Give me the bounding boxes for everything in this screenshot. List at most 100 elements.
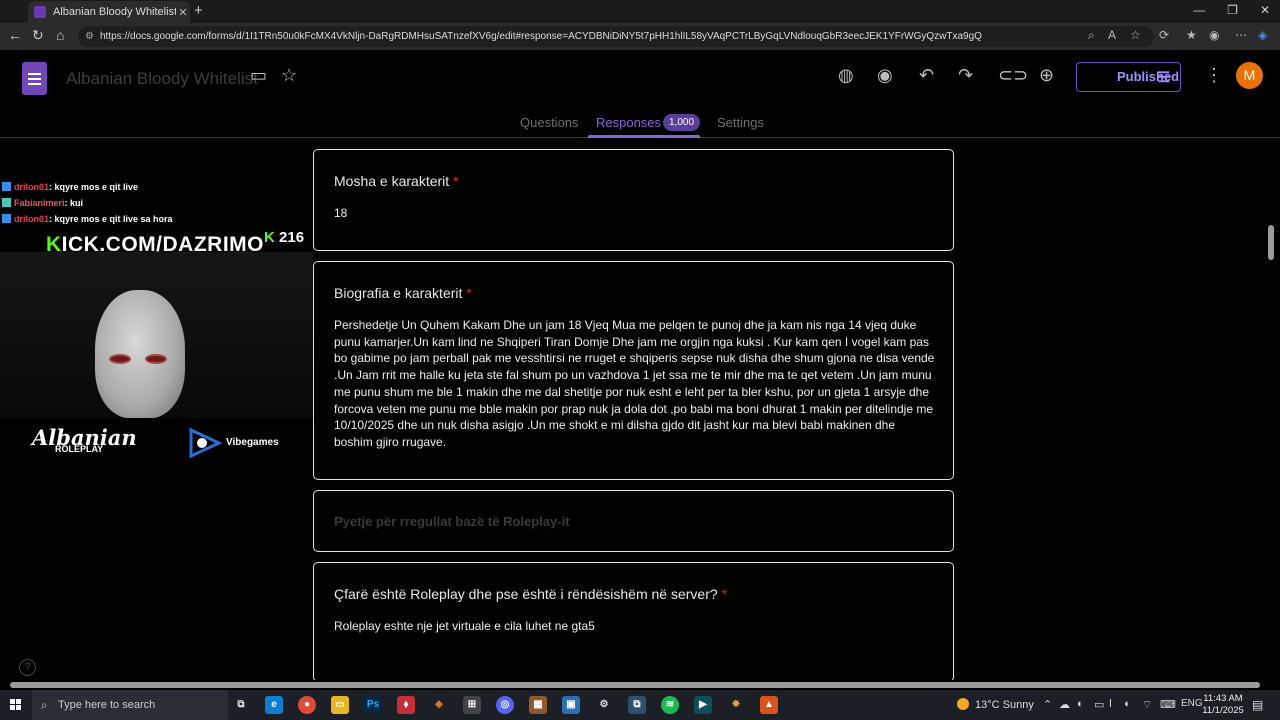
answer-line: .Un Jam rrit me halle ku jeta ste fal sh… [334, 368, 932, 383]
discord-icon[interactable]: ◎ [496, 696, 514, 714]
browser-tab-active[interactable]: Albanian Bloody Whitelist - Goog ✕ [28, 1, 190, 23]
answer-line: me punu shum me ble 1 makin dhe me dal s… [334, 384, 930, 399]
kick-small-icon: K [264, 229, 275, 246]
weather-widget[interactable]: 13°C Sunny [957, 698, 1034, 711]
zoom-icon[interactable]: ⌕ [1088, 28, 1095, 43]
more-menu-icon[interactable]: ⋯ [1235, 28, 1247, 42]
avatar[interactable]: M [1236, 62, 1263, 89]
store-icon[interactable]: ⊞ [463, 696, 481, 714]
redo-icon[interactable]: ↷ [958, 65, 973, 86]
forms-favicon-icon [34, 6, 46, 18]
bookmark-star-icon[interactable]: ☆ [1130, 28, 1141, 42]
tray-app-icon[interactable]: ◐ [1077, 698, 1084, 710]
home-icon[interactable]: ⌂ [56, 27, 64, 43]
folder-icon[interactable]: ▭ [250, 65, 267, 86]
minimize-icon[interactable]: — [1193, 3, 1205, 17]
chat-text: : kui [64, 198, 84, 208]
restore-icon[interactable]: ❐ [1227, 3, 1238, 17]
tab-responses[interactable]: Responses [596, 115, 661, 130]
chat-username: Fabianimeri [14, 198, 65, 208]
chat-badge-icon [2, 182, 11, 191]
app-orange-icon[interactable]: ◈ [430, 696, 448, 714]
extensions-icon[interactable]: ⟳ [1159, 28, 1169, 42]
answer-paragraph: Pershedetje Un Quhem Kakam Dhe un jam 18… [334, 317, 934, 451]
read-aloud-icon[interactable]: A [1108, 28, 1116, 42]
tab-questions[interactable]: Questions [520, 115, 579, 130]
site-info-icon[interactable]: ⚙ [85, 26, 94, 47]
window-controls: — ❐ ✕ [1193, 3, 1270, 17]
profile-icon[interactable]: ◉ [1209, 28, 1219, 42]
edge-icon[interactable]: e [265, 696, 283, 714]
published-button[interactable]: Published ☰ [1076, 62, 1181, 92]
chat-badge-icon [2, 198, 11, 207]
tune-icon: ☰ [1157, 69, 1170, 85]
section-title: Pyetje për rregullat bazë të Roleplay-it [334, 514, 570, 529]
preview-eye-icon[interactable]: ◉ [877, 65, 893, 86]
question-text: Biografia e karakterit [334, 285, 463, 301]
help-icon[interactable]: ? [19, 659, 36, 676]
section-header-card: Pyetje për rregullat bazë të Roleplay-it [313, 490, 954, 552]
app-window-icon[interactable]: ⧉ [628, 696, 646, 714]
close-tab-icon[interactable]: ✕ [176, 6, 190, 19]
vertical-scrollbar-thumb[interactable] [1268, 225, 1274, 260]
more-vert-icon[interactable]: ⋮ [1205, 65, 1223, 86]
answer-line: Pershedetje Un Quhem Kakam Dhe un jam 18… [334, 318, 917, 332]
tray-chevron-icon[interactable]: ⌃ [1043, 698, 1052, 711]
search-icon: ⌕ [41, 698, 48, 712]
start-windows-icon[interactable] [10, 699, 22, 711]
new-tab-icon[interactable]: + [194, 2, 203, 19]
spotify-icon[interactable]: ≋ [661, 696, 679, 714]
volume-icon[interactable]: ◖ [1123, 698, 1130, 710]
copilot-icon[interactable]: ◈ [1258, 28, 1267, 42]
minecraft-icon[interactable]: ▦ [529, 696, 547, 714]
sun-icon [957, 698, 969, 710]
microphone-icon[interactable]: ǀ [1109, 698, 1112, 710]
form-title[interactable]: Albanian Bloody Whitelist [66, 69, 258, 89]
reload-icon[interactable]: ↻ [32, 27, 44, 44]
vertical-scrollbar[interactable] [1268, 138, 1276, 690]
chrome-icon[interactable]: ● [298, 696, 316, 714]
google-forms-logo-icon[interactable] [22, 62, 47, 95]
clock-date: 11/1/2025 [1202, 705, 1244, 716]
terminal-icon[interactable]: ▶ [694, 696, 712, 714]
undo-icon[interactable]: ↶ [919, 65, 934, 86]
roleplay-subtitle: ROLEPLAY [55, 444, 104, 454]
notification-icon[interactable]: ▤ [1252, 698, 1263, 712]
network-icon[interactable]: ▭ [1094, 698, 1104, 711]
app-star-icon[interactable]: ✸ [727, 696, 745, 714]
link-icon[interactable]: ⊂⊃ [998, 65, 1028, 86]
add-collaborator-icon[interactable]: ⊕ [1039, 65, 1054, 86]
question-text: Mosha e karakterit [334, 173, 450, 189]
question-title: Biografia e karakterit * [334, 285, 472, 301]
keyboard-icon[interactable]: ⌨ [1160, 698, 1176, 711]
address-bar[interactable]: ⚙ https://docs.google.com/forms/d/1I1TRn… [78, 26, 1154, 47]
answer-line: boshim gjiro rrugave. [334, 434, 447, 449]
task-view-icon[interactable]: ⧉ [232, 696, 250, 714]
answer-line: bo gabime po jam perball pak me vesshtir… [334, 351, 935, 366]
tab-settings[interactable]: Settings [717, 115, 764, 130]
clock-time: 11:43 AM [1203, 693, 1243, 704]
question-title: Mosha e karakterit * [334, 173, 459, 189]
question-text: Çfarë është Roleplay dhe pse është i rën… [334, 586, 718, 602]
onedrive-icon[interactable]: ☁ [1059, 698, 1070, 711]
wifi-icon[interactable]: ⌔ [1142, 698, 1152, 712]
required-marker: * [721, 586, 728, 602]
taskbar-search-box[interactable]: ⌕ Type here to search [32, 690, 228, 720]
question-card-roleplay: Çfarë është Roleplay dhe pse është i rën… [313, 562, 954, 682]
photoshop-icon[interactable]: Ps [364, 696, 382, 714]
horizontal-scrollbar-thumb[interactable] [10, 682, 1260, 688]
star-icon[interactable]: ☆ [281, 65, 297, 86]
app-blue-icon[interactable]: ▣ [562, 696, 580, 714]
required-marker: * [453, 173, 459, 189]
app-gear-icon[interactable]: ⚙ [595, 696, 613, 714]
app-red-icon[interactable]: ⬧ [397, 696, 415, 714]
palette-icon[interactable]: ◍ [838, 65, 854, 86]
close-window-icon[interactable]: ✕ [1260, 3, 1270, 17]
back-icon[interactable]: ← [8, 27, 22, 43]
file-explorer-icon[interactable]: ▭ [331, 696, 349, 714]
system-clock[interactable]: 11:43 AM 11/1/2025 [1198, 693, 1248, 717]
app-triangle-icon[interactable]: ▲ [760, 696, 778, 714]
browser-toolbar: ← ↻ ⌂ ⚙ https://docs.google.com/forms/d/… [0, 23, 1280, 50]
favorites-icon[interactable]: ★ [1186, 28, 1197, 42]
chat-text: : kqyre mos e qit live sa hora [49, 214, 173, 224]
